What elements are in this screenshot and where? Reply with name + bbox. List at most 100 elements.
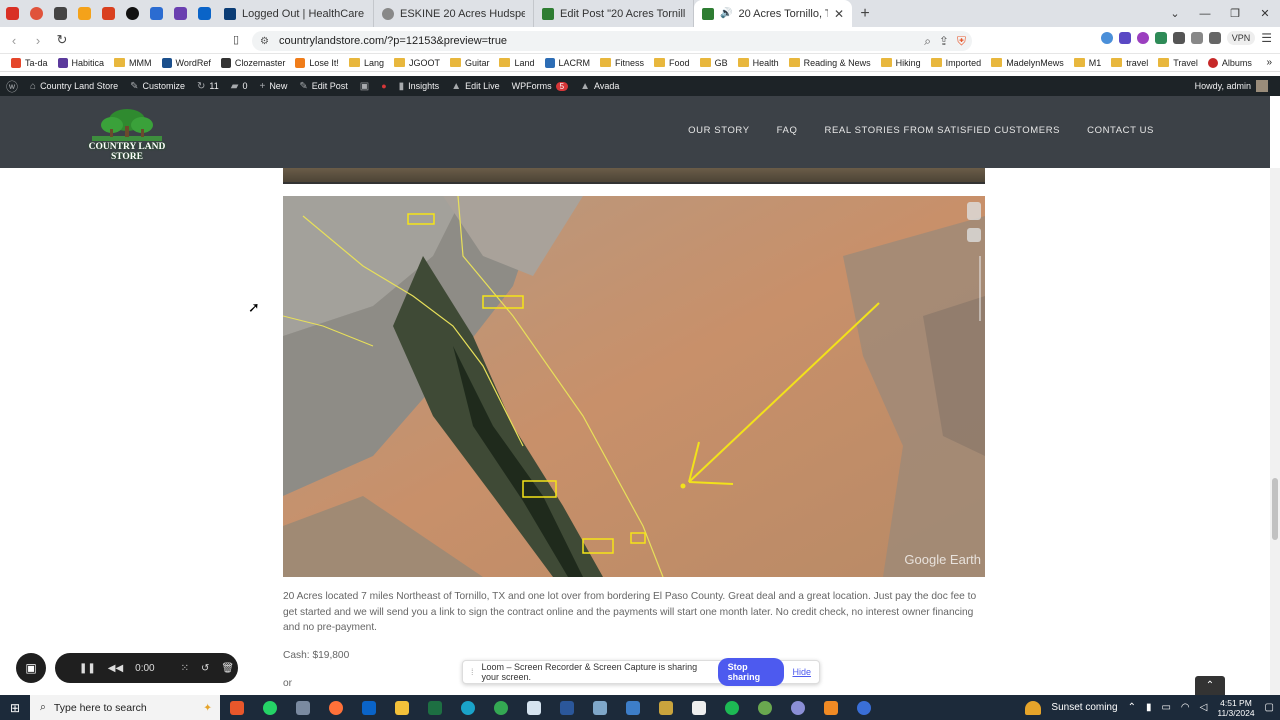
app-icon[interactable] (517, 695, 550, 720)
firefox-icon[interactable] (319, 695, 352, 720)
chrome-icon[interactable] (484, 695, 517, 720)
hide-button[interactable]: Hide (792, 667, 811, 677)
bookmark-folder[interactable]: Food (649, 58, 695, 68)
page-scrollbar[interactable] (1270, 168, 1280, 695)
spotify-icon[interactable] (715, 695, 748, 720)
wp-edit-post[interactable]: ✎ Edit Post (293, 81, 353, 92)
bookmark-folder[interactable]: Land (494, 58, 539, 68)
sidebar-icon[interactable] (1190, 32, 1203, 44)
tab-search-icon[interactable]: ⌄ (1160, 0, 1190, 27)
excel-icon[interactable] (418, 695, 451, 720)
notepad-icon[interactable] (682, 695, 715, 720)
reload-icon[interactable]: ↻ (52, 32, 72, 48)
wp-edit-live[interactable]: ▲ Edit Live (445, 81, 505, 92)
bookmark-item[interactable]: Habitica (53, 57, 110, 68)
wp-insights[interactable]: ▮ Insights (393, 81, 446, 92)
bookmark-item[interactable]: Albums (1203, 57, 1257, 68)
close-window-icon[interactable]: ✕ (1250, 0, 1280, 27)
browser-tab-active[interactable]: 🔊20 Acres Tornillo, Texas 605✕ (694, 0, 852, 27)
pinned-tab[interactable] (144, 0, 168, 27)
word-icon[interactable] (550, 695, 583, 720)
volume-icon[interactable]: ◁ (1200, 702, 1208, 713)
bookmark-item[interactable]: WordRef (157, 57, 216, 68)
nav-contact-us[interactable]: CONTACT US (1087, 125, 1154, 136)
more-bookmarks-icon[interactable]: » (1266, 57, 1272, 68)
wp-customize[interactable]: ✎ Customize (124, 81, 191, 92)
app-icon[interactable] (814, 695, 847, 720)
bookmark-item[interactable]: Ta-da (6, 57, 53, 68)
wp-account[interactable]: Howdy, admin (1195, 80, 1280, 92)
pinned-tab[interactable] (168, 0, 192, 27)
weather-text[interactable]: Sunset coming (1051, 702, 1117, 713)
whatsapp-icon[interactable] (253, 695, 286, 720)
site-logo[interactable]: COUNTRY LAND STORE (74, 108, 180, 162)
back-to-top-button[interactable]: ⌃ (1195, 676, 1225, 695)
wp-new[interactable]: + New (253, 81, 293, 92)
wallet-icon[interactable] (1208, 32, 1221, 44)
bookmark-folder[interactable]: JGOOT (389, 58, 445, 68)
brave-icon[interactable] (220, 695, 253, 720)
stop-sharing-button[interactable]: Stop sharing (717, 658, 785, 686)
restart-icon[interactable]: ↺ (201, 663, 209, 674)
loom-camera-icon[interactable]: ▣ (16, 653, 46, 683)
bookmark-folder[interactable]: MadelynMews (986, 58, 1069, 68)
browser-tab[interactable]: Logged Out | HealthCare.gov (216, 0, 374, 27)
bookmark-item[interactable]: Clozemaster (216, 57, 291, 68)
bookmark-folder[interactable]: Fitness (595, 58, 649, 68)
bookmark-item[interactable]: MMM (109, 58, 157, 68)
delete-icon[interactable]: 🗑 (221, 663, 234, 674)
pause-icon[interactable]: ❚❚ (79, 663, 96, 674)
microphone-icon[interactable]: ▮ (1146, 702, 1152, 713)
bookmark-folder[interactable]: Health (733, 58, 784, 68)
file-explorer-icon[interactable] (385, 695, 418, 720)
brave-shield-icon[interactable]: ⛨ (957, 34, 966, 49)
show-hidden-icons[interactable]: ⌃ (1128, 702, 1136, 713)
notifications-icon[interactable]: ▢ (1265, 702, 1274, 713)
grid-icon[interactable]: ⁙ (181, 663, 189, 674)
bookmark-folder[interactable]: Hiking (876, 58, 926, 68)
browser-tab[interactable]: ESKINE 20 Acres Hudspeth Texas 60 (374, 0, 534, 27)
site-info-icon[interactable]: ⚙ (260, 36, 269, 47)
app-icon[interactable] (616, 695, 649, 720)
edge-icon[interactable] (451, 695, 484, 720)
clock[interactable]: 4:51 PM 11/3/2024 (1217, 698, 1254, 718)
bookmark-item[interactable]: Lose It! (290, 57, 344, 68)
new-tab-button[interactable]: + (852, 5, 878, 23)
extension-icon[interactable] (1100, 32, 1113, 44)
network-icon[interactable]: ◠ (1181, 702, 1190, 713)
rewind-icon[interactable]: ◀◀ (108, 663, 123, 674)
close-tab-icon[interactable]: ✕ (834, 7, 844, 21)
app-icon[interactable] (781, 695, 814, 720)
vpn-button[interactable]: VPN (1226, 31, 1256, 45)
taskbar-search[interactable]: ⌕ Type here to search ✦ (30, 695, 220, 720)
bookmark-folder[interactable]: M1 (1069, 58, 1107, 68)
wp-wpforms[interactable]: WPForms 5 (506, 81, 574, 91)
extension-icon[interactable] (1118, 32, 1131, 44)
bookmark-folder[interactable]: Reading & News (784, 58, 876, 68)
nav-our-story[interactable]: OUR STORY (688, 125, 750, 136)
wp-avada[interactable]: ▲ Avada (574, 81, 625, 92)
drag-handle-icon[interactable]: ⁞ (471, 667, 474, 677)
wp-updates[interactable]: ↻ 11 (191, 81, 225, 92)
forward-icon[interactable]: › (28, 33, 48, 48)
pinned-tab[interactable] (48, 0, 72, 27)
address-bar[interactable]: ⚙ countrylandstore.com/?p=12153&preview=… (252, 31, 972, 51)
bookmark-icon[interactable]: ▯ (233, 33, 239, 46)
scrollbar-thumb[interactable] (1272, 478, 1278, 540)
pinned-tab[interactable] (120, 0, 144, 27)
browser-tab[interactable]: Edit Post "20 Acres Tornillo, Texas 6 (534, 0, 694, 27)
wp-logo-icon[interactable]: ⓦ (0, 78, 24, 95)
nav-faq[interactable]: FAQ (777, 125, 798, 136)
app-icon[interactable] (286, 695, 319, 720)
wp-comments[interactable]: ▰ 0 (225, 81, 254, 92)
share-icon[interactable]: ⇪ (939, 34, 949, 49)
nav-real-stories[interactable]: REAL STORIES FROM SATISFIED CUSTOMERS (824, 125, 1060, 136)
wp-site-link[interactable]: ⌂ Country Land Store (24, 81, 124, 92)
back-icon[interactable]: ‹ (4, 33, 24, 48)
pinned-tab[interactable] (0, 0, 24, 27)
zoom-icon[interactable]: ⌕ (924, 34, 931, 49)
bookmark-folder[interactable]: Lang (344, 58, 389, 68)
app-icon[interactable] (847, 695, 880, 720)
battery-icon[interactable]: ▭ (1161, 702, 1170, 713)
restore-icon[interactable]: ❐ (1220, 0, 1250, 27)
